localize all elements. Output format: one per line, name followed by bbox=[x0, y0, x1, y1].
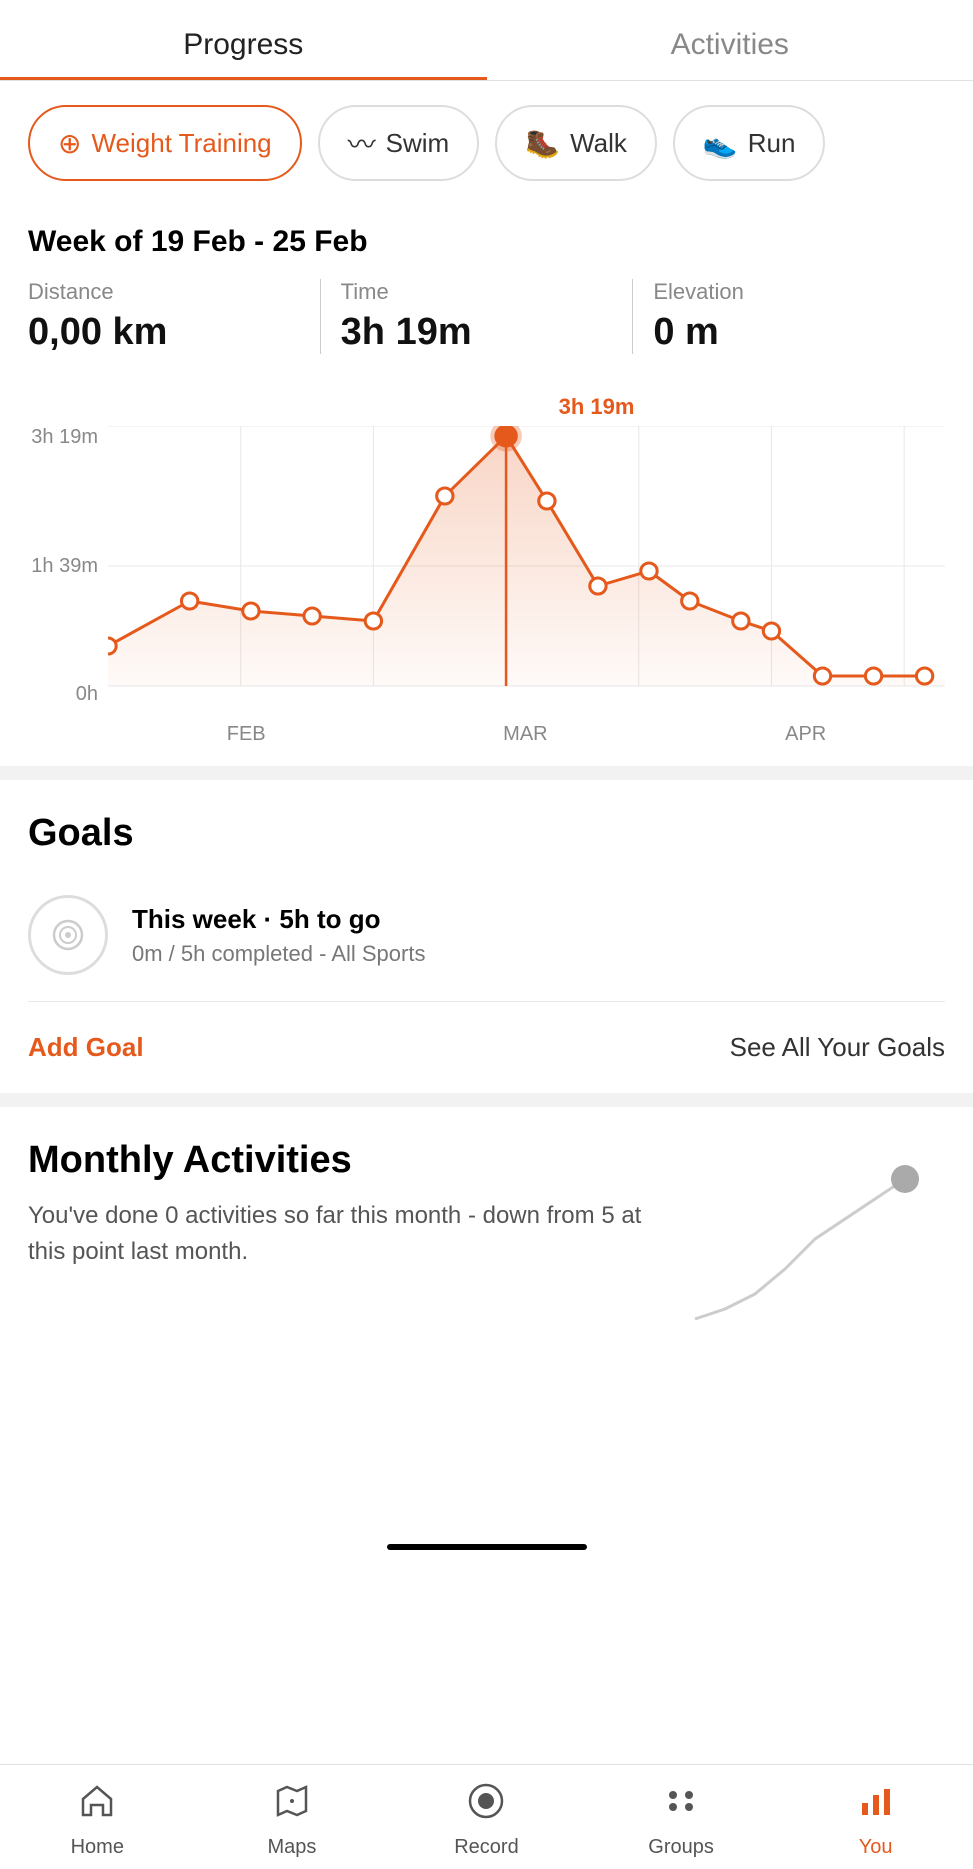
dp-11 bbox=[733, 613, 749, 629]
dp-6 bbox=[496, 426, 516, 446]
goal-subtitle: 0m / 5h completed - All Sports bbox=[132, 941, 425, 967]
tab-activities-label: Activities bbox=[671, 28, 789, 61]
stats-row: Distance 0,00 km Time 3h 19m Elevation 0… bbox=[28, 279, 945, 354]
goals-actions: Add Goal See All Your Goals bbox=[28, 1012, 945, 1073]
week-section: Week of 19 Feb - 25 Feb Distance 0,00 km… bbox=[0, 205, 973, 384]
home-indicator bbox=[387, 1544, 587, 1550]
nav-home[interactable]: Home bbox=[0, 1783, 195, 1859]
walk-icon: 🥾 bbox=[525, 127, 560, 160]
dp-15 bbox=[916, 668, 932, 684]
dp-14 bbox=[865, 668, 881, 684]
stat-distance: Distance 0,00 km bbox=[28, 279, 320, 354]
top-tabs: Progress Activities bbox=[0, 0, 973, 81]
monthly-desc: You've done 0 activities so far this mon… bbox=[28, 1198, 665, 1270]
filter-walk-label: Walk bbox=[570, 128, 627, 159]
record-icon bbox=[468, 1783, 504, 1828]
monthly-section: Monthly Activities You've done 0 activit… bbox=[0, 1107, 973, 1374]
dp-3 bbox=[304, 608, 320, 624]
chart-svg bbox=[108, 426, 945, 706]
monthly-mini-chart bbox=[685, 1139, 945, 1344]
goals-section: Goals This week · 5h to go 0m / 5h compl… bbox=[0, 780, 973, 1093]
dp-10 bbox=[682, 593, 698, 609]
stat-elevation-label: Elevation bbox=[653, 279, 925, 305]
activity-filters: ⊕ Weight Training 〰 Swim 🥾 Walk 👟 Run bbox=[0, 81, 973, 205]
dp-5 bbox=[437, 488, 453, 504]
tab-progress[interactable]: Progress bbox=[0, 0, 487, 80]
filter-walk[interactable]: 🥾 Walk bbox=[495, 105, 657, 181]
y-label-mid: 1h 39m bbox=[28, 555, 108, 578]
y-label-top: 3h 19m bbox=[28, 426, 108, 449]
stat-elevation-value: 0 m bbox=[653, 311, 925, 354]
nav-home-label: Home bbox=[71, 1836, 124, 1859]
bottom-nav: Home Maps Record Groups bbox=[0, 1764, 973, 1869]
filter-run[interactable]: 👟 Run bbox=[673, 105, 826, 181]
dp-2 bbox=[243, 603, 259, 619]
filter-swim-label: Swim bbox=[386, 128, 450, 159]
nav-you-label: You bbox=[859, 1836, 893, 1859]
x-label-feb: FEB bbox=[227, 723, 266, 746]
y-label-bot: 0h bbox=[28, 683, 108, 706]
dp-13 bbox=[814, 668, 830, 684]
goal-divider bbox=[28, 1001, 945, 1002]
stat-elevation: Elevation 0 m bbox=[632, 279, 945, 354]
nav-record-label: Record bbox=[454, 1836, 518, 1859]
dp-12 bbox=[763, 623, 779, 639]
nav-groups[interactable]: Groups bbox=[584, 1783, 779, 1859]
goal-text: This week · 5h to go 0m / 5h completed -… bbox=[132, 904, 425, 967]
swim-icon: 〰 bbox=[348, 123, 376, 163]
nav-record[interactable]: Record bbox=[389, 1783, 584, 1859]
stat-time: Time 3h 19m bbox=[320, 279, 633, 354]
filter-weight-training[interactable]: ⊕ Weight Training bbox=[28, 105, 302, 181]
you-icon bbox=[858, 1783, 894, 1828]
filter-weight-training-label: Weight Training bbox=[91, 128, 271, 159]
add-goal-button[interactable]: Add Goal bbox=[28, 1032, 144, 1063]
nav-maps-label: Maps bbox=[267, 1836, 316, 1859]
monthly-text: Monthly Activities You've done 0 activit… bbox=[28, 1139, 665, 1344]
weight-training-icon: ⊕ bbox=[58, 127, 81, 160]
x-label-apr: APR bbox=[785, 723, 826, 746]
stat-time-label: Time bbox=[341, 279, 613, 305]
goals-title: Goals bbox=[28, 812, 945, 855]
chart-y-labels: 3h 19m 1h 39m 0h bbox=[28, 426, 108, 706]
dp-0 bbox=[108, 638, 116, 654]
maps-icon bbox=[274, 1783, 310, 1828]
chart-x-labels: FEB MAR APR bbox=[108, 714, 945, 746]
bottom-spacer bbox=[0, 1374, 973, 1534]
dp-7 bbox=[539, 493, 555, 509]
chart-wrap[interactable]: 3h 19m 1h 39m 0h bbox=[28, 426, 945, 746]
dp-1 bbox=[181, 593, 197, 609]
run-icon: 👟 bbox=[703, 127, 738, 160]
week-title: Week of 19 Feb - 25 Feb bbox=[28, 225, 945, 259]
chart-tooltip: 3h 19m bbox=[28, 394, 945, 420]
chart-container: 3h 19m 3h 19m 1h 39m 0h bbox=[0, 384, 973, 766]
goal-item: This week · 5h to go 0m / 5h completed -… bbox=[28, 879, 945, 991]
section-separator-1 bbox=[0, 766, 973, 780]
nav-maps[interactable]: Maps bbox=[195, 1783, 390, 1859]
monthly-title: Monthly Activities bbox=[28, 1139, 665, 1182]
monthly-svg bbox=[685, 1139, 925, 1339]
home-icon bbox=[79, 1783, 115, 1828]
nav-you[interactable]: You bbox=[778, 1783, 973, 1859]
filter-run-label: Run bbox=[748, 128, 796, 159]
goal-title: This week · 5h to go bbox=[132, 904, 425, 935]
stat-time-value: 3h 19m bbox=[341, 311, 613, 354]
dp-9 bbox=[641, 563, 657, 579]
nav-groups-label: Groups bbox=[648, 1836, 714, 1859]
see-all-goals-button[interactable]: See All Your Goals bbox=[730, 1032, 945, 1063]
goal-icon-svg bbox=[48, 915, 88, 955]
x-label-mar: MAR bbox=[503, 723, 547, 746]
dp-8 bbox=[590, 578, 606, 594]
section-separator-2 bbox=[0, 1093, 973, 1107]
monthly-chart-dot bbox=[891, 1165, 919, 1193]
goal-icon bbox=[28, 895, 108, 975]
groups-icon bbox=[663, 1783, 699, 1828]
tab-progress-label: Progress bbox=[183, 28, 303, 61]
stat-distance-value: 0,00 km bbox=[28, 311, 300, 354]
tab-activities[interactable]: Activities bbox=[487, 0, 973, 80]
stat-distance-label: Distance bbox=[28, 279, 300, 305]
dp-4 bbox=[365, 613, 381, 629]
filter-swim[interactable]: 〰 Swim bbox=[318, 105, 480, 181]
chart-fill bbox=[108, 436, 945, 686]
